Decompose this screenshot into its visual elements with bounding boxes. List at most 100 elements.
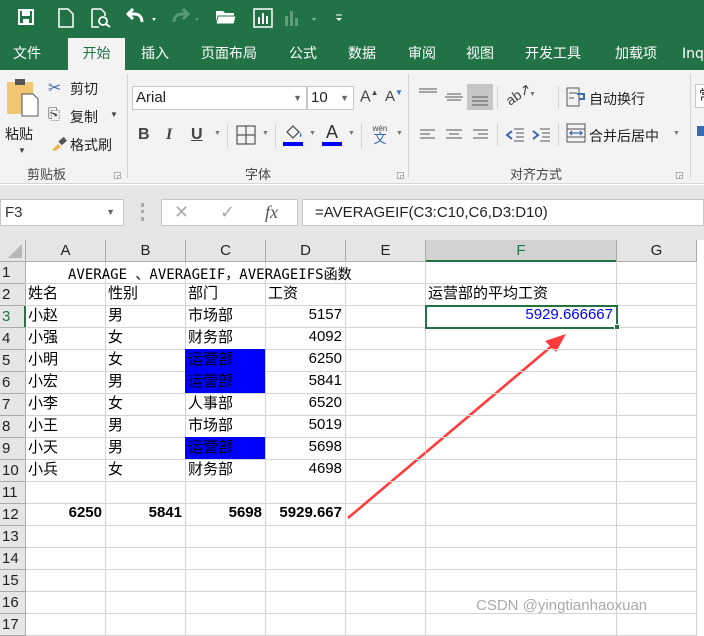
cell-e[interactable]	[345, 415, 426, 438]
salary-cell[interactable]: 5157	[265, 305, 346, 328]
cell-e[interactable]	[345, 305, 426, 328]
cell[interactable]	[346, 482, 426, 504]
cell[interactable]	[186, 614, 266, 636]
name-cell[interactable]: 小天	[25, 437, 106, 460]
cell[interactable]	[346, 526, 426, 548]
salary-cell[interactable]: 4698	[265, 459, 346, 482]
header-cell[interactable]: 部门	[185, 283, 266, 306]
cell[interactable]	[346, 614, 426, 636]
name-cell[interactable]: 小李	[25, 393, 106, 416]
row-header-8[interactable]: 8	[0, 416, 26, 438]
f2-label-cell[interactable]: 运营部的平均工资	[425, 283, 617, 306]
cell[interactable]	[106, 526, 186, 548]
merge-center-dropdown-icon[interactable]: ▼	[673, 130, 680, 137]
grow-font-button[interactable]: A▲	[360, 88, 379, 106]
print-preview-icon[interactable]	[89, 8, 113, 30]
gender-cell[interactable]: 男	[105, 437, 186, 460]
cell[interactable]	[106, 592, 186, 614]
cell-f[interactable]	[425, 371, 617, 394]
save-icon[interactable]	[14, 8, 38, 30]
align-top-icon[interactable]	[417, 86, 439, 108]
name-cell[interactable]: 小赵	[25, 305, 106, 328]
cell[interactable]	[617, 394, 697, 416]
borders-dropdown-icon[interactable]: ▼	[262, 130, 269, 137]
cell[interactable]	[26, 548, 106, 570]
name-cell[interactable]: 小宏	[25, 371, 106, 394]
fill-color-dropdown-icon[interactable]: ▼	[309, 130, 316, 137]
cell[interactable]	[26, 614, 106, 636]
cell[interactable]	[617, 548, 697, 570]
customize-qat-icon[interactable]	[332, 8, 346, 30]
italic-button[interactable]: I	[166, 126, 172, 144]
cell[interactable]	[426, 614, 617, 636]
row-header-15[interactable]: 15	[0, 570, 26, 592]
cell[interactable]	[186, 526, 266, 548]
formula-bar-grip-icon[interactable]	[141, 203, 144, 221]
formula-input[interactable]: =AVERAGEIF(C3:C10,C6,D3:D10)	[302, 199, 704, 226]
insert-function-icon[interactable]: fx	[265, 202, 278, 223]
cell-e[interactable]	[345, 349, 426, 372]
tab-inquire[interactable]: Inq	[682, 38, 704, 70]
tab-review[interactable]: 审阅	[398, 38, 446, 70]
select-all-button[interactable]	[0, 240, 26, 262]
dept-cell[interactable]: 运营部	[185, 371, 266, 394]
name-cell[interactable]: 小强	[25, 327, 106, 350]
cell-f1[interactable]	[425, 261, 617, 284]
merge-center-button[interactable]: 合并后居中 ▼	[565, 122, 685, 148]
clipboard-dialog-launcher-icon[interactable]: ◲	[113, 170, 122, 181]
cell[interactable]	[617, 504, 697, 526]
gender-cell[interactable]: 男	[105, 415, 186, 438]
font-name-select[interactable]: Arial ▼	[132, 86, 307, 110]
cell[interactable]	[186, 482, 266, 504]
cell[interactable]	[426, 526, 617, 548]
tab-page-layout[interactable]: 页面布局	[192, 38, 266, 70]
paste-dropdown-icon[interactable]: ▼	[18, 146, 26, 155]
cell[interactable]	[426, 482, 617, 504]
align-right-icon[interactable]	[470, 125, 490, 145]
cell[interactable]	[617, 328, 697, 350]
cell[interactable]	[426, 548, 617, 570]
cell[interactable]	[266, 482, 346, 504]
cell-f[interactable]	[425, 393, 617, 416]
row-header-4[interactable]: 4	[0, 328, 26, 350]
column-header-d[interactable]: D	[266, 240, 346, 262]
name-cell[interactable]: 小兵	[25, 459, 106, 482]
cell[interactable]	[617, 350, 697, 372]
tab-file[interactable]: 文件	[0, 38, 54, 70]
row12-result-cell[interactable]: 5929.667	[265, 503, 346, 526]
cell[interactable]	[617, 262, 697, 284]
row-header-14[interactable]: 14	[0, 548, 26, 570]
cell[interactable]	[346, 262, 426, 284]
column-header-g[interactable]: G	[617, 240, 697, 262]
row-header-12[interactable]: 12	[0, 504, 26, 526]
format-painter-button[interactable]: 格式刷	[48, 134, 124, 156]
decrease-indent-icon[interactable]	[504, 125, 526, 145]
row-header-5[interactable]: 5	[0, 350, 26, 372]
cell-e[interactable]	[345, 459, 426, 482]
cell[interactable]	[617, 284, 697, 306]
tab-formulas[interactable]: 公式	[278, 38, 328, 70]
dept-cell[interactable]: 市场部	[185, 415, 266, 438]
column-header-c[interactable]: C	[186, 240, 266, 262]
alignment-dialog-launcher-icon[interactable]: ◲	[675, 170, 684, 181]
cancel-icon[interactable]: ✕	[174, 202, 189, 223]
salary-cell[interactable]: 5019	[265, 415, 346, 438]
cell-e2[interactable]	[345, 283, 426, 306]
fill-color-button[interactable]	[283, 124, 305, 148]
gender-cell[interactable]: 女	[105, 459, 186, 482]
align-center-icon[interactable]	[444, 125, 464, 145]
cell[interactable]	[617, 460, 697, 482]
cell[interactable]	[26, 570, 106, 592]
cell[interactable]	[346, 592, 426, 614]
cell-e[interactable]	[345, 437, 426, 460]
salary-cell[interactable]: 5841	[265, 371, 346, 394]
cell[interactable]	[186, 548, 266, 570]
fill-handle[interactable]	[614, 324, 620, 330]
cell[interactable]	[617, 614, 697, 636]
tab-home[interactable]: 开始	[68, 38, 125, 70]
font-size-select[interactable]: 10 ▼	[307, 86, 354, 110]
row12-result-cell[interactable]: 5841	[105, 503, 186, 526]
dept-cell[interactable]: 财务部	[185, 327, 266, 350]
conditional-format-icon[interactable]	[697, 126, 704, 136]
tab-view[interactable]: 视图	[456, 38, 504, 70]
